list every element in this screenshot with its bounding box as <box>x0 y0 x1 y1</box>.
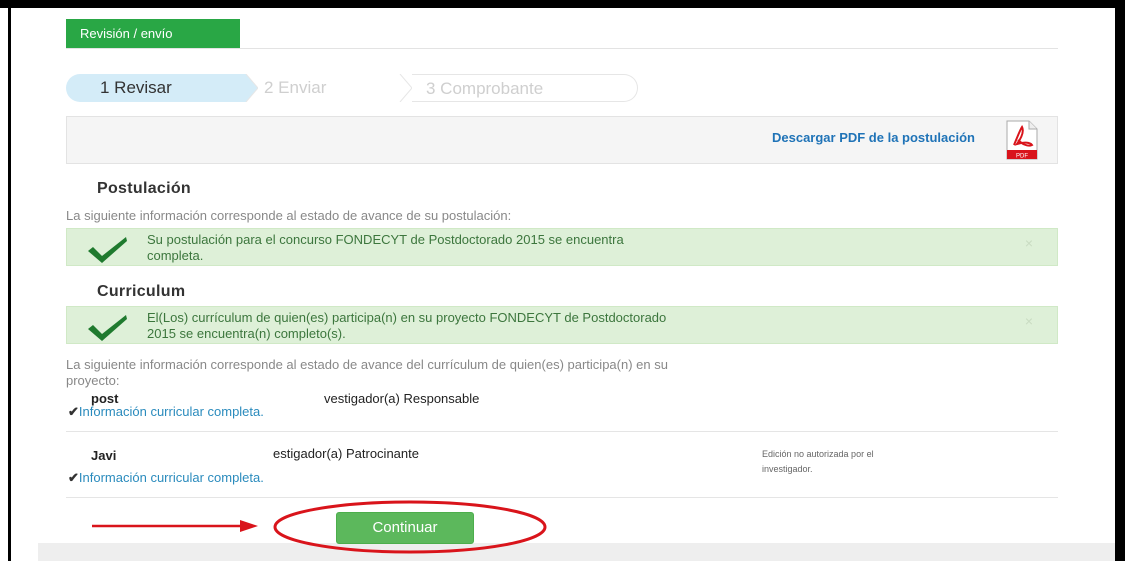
footer-band <box>38 543 1115 561</box>
pdf-file-icon[interactable]: PDF <box>1003 120 1041 160</box>
step-revisar[interactable]: 1 Revisar <box>66 74 246 102</box>
left-border <box>8 0 11 561</box>
annotation-arrow-head <box>240 520 258 532</box>
alert-line: Su postulación para el concurso FONDECYT… <box>147 232 624 247</box>
top-border <box>0 0 1125 8</box>
pdf-icon-label: PDF <box>1016 154 1028 160</box>
check-icon: ✔ <box>68 470 79 485</box>
checkmark-icon <box>88 315 127 341</box>
curriculum-status-text: Información curricular completa. <box>78 470 264 485</box>
tab-revision-envio[interactable]: Revisión / envío <box>66 19 240 48</box>
step-enviar[interactable]: 2 Enviar <box>264 74 404 102</box>
row-divider <box>66 431 1058 432</box>
checkmark-icon <box>88 237 127 263</box>
participant-role: vestigador(a) Responsable <box>324 391 480 406</box>
alert-line: El(Los) currículum de quien(es) particip… <box>147 310 667 325</box>
curriculum-status-text: Información curricular completa. <box>78 404 264 419</box>
close-icon[interactable]: × <box>1025 235 1033 251</box>
postulacion-heading: Postulación <box>97 180 191 197</box>
curriculum-success-alert: El(Los) currículum de quien(es) particip… <box>66 306 1058 344</box>
postulacion-intro: La siguiente información corresponde al … <box>66 208 512 223</box>
right-border <box>1115 0 1125 561</box>
edit-note-line: Edición no autorizada por el <box>762 449 874 459</box>
curriculum-intro-line: La siguiente información corresponde al … <box>66 357 668 372</box>
row-divider <box>66 497 1058 498</box>
alert-line: completa. <box>147 248 204 263</box>
participant-name: Javi <box>91 448 117 463</box>
tab-divider <box>66 48 1058 49</box>
check-icon: ✔ <box>68 404 79 419</box>
pdf-download-bar: Descargar PDF de la postulación PDF <box>66 116 1058 164</box>
edit-note-line: investigador. <box>762 464 813 474</box>
close-icon[interactable]: × <box>1025 313 1033 329</box>
curriculum-heading: Curriculum <box>97 283 186 300</box>
step-comprobante[interactable]: 3 Comprobante <box>412 74 638 102</box>
curriculum-status: ✔Información curricular completa. <box>68 470 264 486</box>
participant-role: estigador(a) Patrocinante <box>273 446 419 461</box>
curriculum-intro-line: proyecto: <box>66 373 120 388</box>
curriculum-status: ✔Información curricular completa. <box>68 404 264 420</box>
step-separator <box>245 74 258 102</box>
postulacion-success-alert: Su postulación para el concurso FONDECYT… <box>66 228 1058 266</box>
continue-button[interactable]: Continuar <box>336 512 474 544</box>
download-pdf-link[interactable]: Descargar PDF de la postulación <box>772 130 975 145</box>
alert-line: 2015 se encuentra(n) completo(s). <box>147 326 346 341</box>
step-separator <box>399 74 412 102</box>
